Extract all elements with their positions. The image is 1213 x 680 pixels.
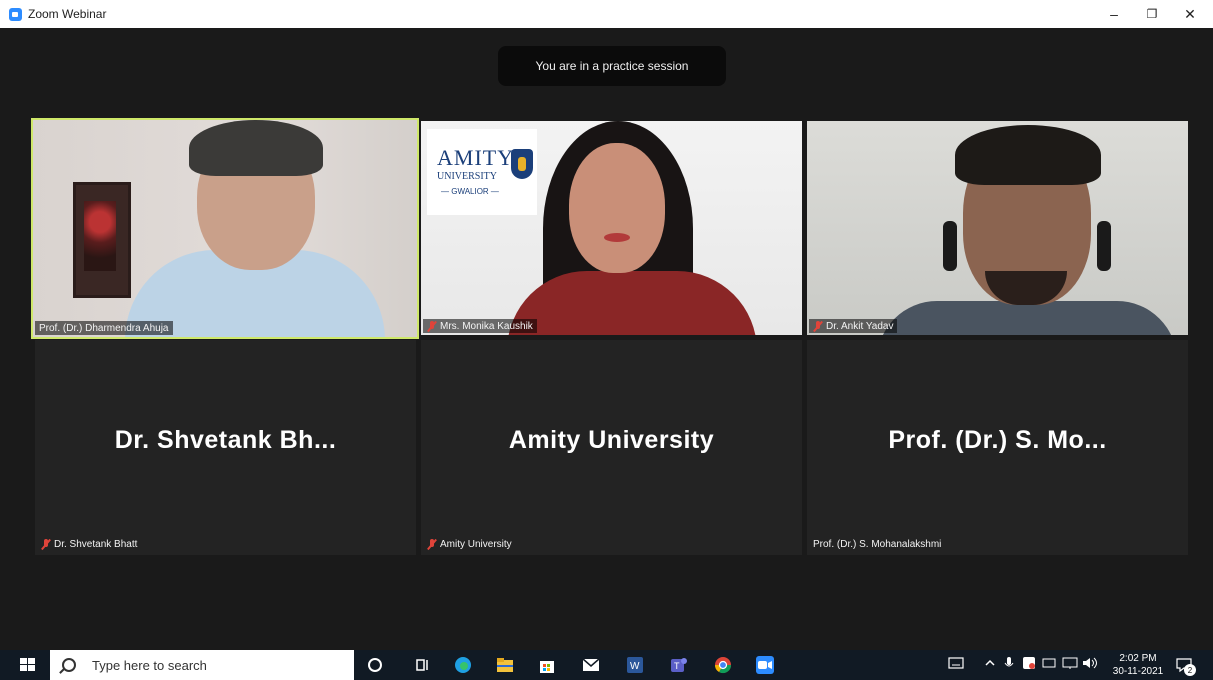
cortana-icon[interactable]	[366, 656, 384, 674]
participant-hair	[955, 125, 1101, 185]
amity-logo: AMITY UNIVERSITY — GWALIOR —	[427, 129, 537, 215]
participant-tile-no-video[interactable]: Amity University Amity University	[421, 340, 802, 555]
participant-tile-video[interactable]: Prof. (Dr.) Dharmendra Ahuja	[31, 118, 419, 339]
participant-name: Mrs. Monika Kaushik	[440, 320, 533, 332]
participant-display-name: Dr. Shvetank Bh...	[114, 426, 337, 454]
participant-tile-no-video[interactable]: Dr. Shvetank Bh... Dr. Shvetank Bhatt	[35, 340, 416, 555]
logo-subtext: UNIVERSITY	[437, 171, 497, 182]
participant-name: Prof. (Dr.) S. Mohanalakshmi	[813, 538, 942, 550]
participant-name-tag: Dr. Shvetank Bhatt	[37, 537, 141, 551]
keyboard-icon[interactable]	[948, 656, 964, 673]
participant-name-tag: Mrs. Monika Kaushik	[423, 319, 537, 333]
search-placeholder: Type here to search	[92, 657, 207, 673]
practice-session-banner: You are in a practice session	[498, 46, 726, 86]
store-icon[interactable]	[538, 656, 556, 674]
svg-text:W: W	[630, 661, 640, 672]
search-icon	[62, 658, 76, 672]
start-icon[interactable]	[20, 658, 36, 672]
participant-display-name: Amity University	[508, 426, 715, 454]
participant-name: Prof. (Dr.) Dharmendra Ahuja	[39, 322, 169, 334]
word-icon[interactable]: W	[626, 656, 644, 674]
window-title: Zoom Webinar	[28, 7, 107, 21]
participant-body	[877, 301, 1177, 335]
mic-muted-icon	[41, 538, 51, 550]
windows-taskbar: Type here to search W T 2:02 PM 30-11-20…	[0, 650, 1213, 680]
file-explorer-icon[interactable]	[496, 656, 514, 674]
window-titlebar: Zoom Webinar – ❐ ✕	[0, 0, 1213, 28]
restore-button[interactable]: ❐	[1134, 0, 1170, 28]
notification-center-icon[interactable]: 2	[1176, 657, 1196, 676]
mail-icon[interactable]	[582, 656, 600, 674]
participant-name: Dr. Shvetank Bhatt	[54, 538, 138, 550]
crest-icon	[511, 149, 533, 179]
chevron-up-icon[interactable]	[984, 656, 996, 673]
participant-hair	[189, 120, 323, 176]
participant-tile-video[interactable]: AMITY UNIVERSITY — GWALIOR — Mrs. Monika…	[421, 121, 802, 335]
clock-time: 2:02 PM	[1119, 653, 1157, 664]
logo-location: — GWALIOR —	[441, 187, 499, 196]
meeting-stage: You are in a practice session Prof. (Dr.…	[0, 28, 1213, 650]
participant-name: Dr. Ankit Yadav	[826, 320, 894, 332]
participant-lips	[604, 233, 630, 242]
svg-text:T: T	[674, 661, 680, 671]
volume-icon[interactable]	[1082, 656, 1100, 673]
chrome-icon[interactable]	[714, 656, 732, 674]
mic-muted-icon	[427, 538, 437, 550]
participant-display-name: Prof. (Dr.) S. Mo...	[888, 426, 1107, 454]
participant-name: Amity University	[440, 538, 512, 550]
app-tray-icon[interactable]	[1022, 656, 1036, 673]
participant-name-tag: Amity University	[423, 537, 516, 551]
participant-tile-no-video[interactable]: Prof. (Dr.) S. Mo... Prof. (Dr.) S. Moha…	[807, 340, 1188, 555]
participant-name-tag: Prof. (Dr.) Dharmendra Ahuja	[35, 321, 173, 335]
logo-text: AMITY	[437, 145, 515, 170]
close-button[interactable]: ✕	[1172, 0, 1208, 28]
task-view-icon[interactable]	[414, 656, 432, 674]
minimize-button[interactable]: –	[1096, 0, 1132, 28]
taskbar-clock[interactable]: 2:02 PM 30-11-2021	[1108, 652, 1168, 678]
taskbar-search-input[interactable]: Type here to search	[50, 650, 354, 680]
zoom-icon[interactable]	[756, 656, 774, 674]
participant-name-tag: Prof. (Dr.) S. Mohanalakshmi	[809, 537, 945, 551]
edge-icon[interactable]	[454, 656, 472, 674]
headset-icon	[1097, 221, 1111, 271]
microphone-icon[interactable]	[1004, 656, 1014, 673]
teams-icon[interactable]: T	[670, 656, 688, 674]
participant-name-tag: Dr. Ankit Yadav	[809, 319, 898, 333]
clock-date: 30-11-2021	[1112, 666, 1164, 677]
mic-muted-icon	[427, 320, 437, 332]
headset-icon	[943, 221, 957, 271]
network-icon[interactable]	[1062, 656, 1078, 673]
participant-face	[569, 143, 665, 273]
language-icon[interactable]	[1042, 656, 1056, 673]
zoom-app-icon	[9, 8, 22, 21]
notification-count-badge: 2	[1184, 664, 1196, 676]
mic-muted-icon	[813, 320, 823, 332]
participant-tile-video[interactable]: Dr. Ankit Yadav	[807, 121, 1188, 335]
wall-picture-frame	[73, 182, 131, 298]
